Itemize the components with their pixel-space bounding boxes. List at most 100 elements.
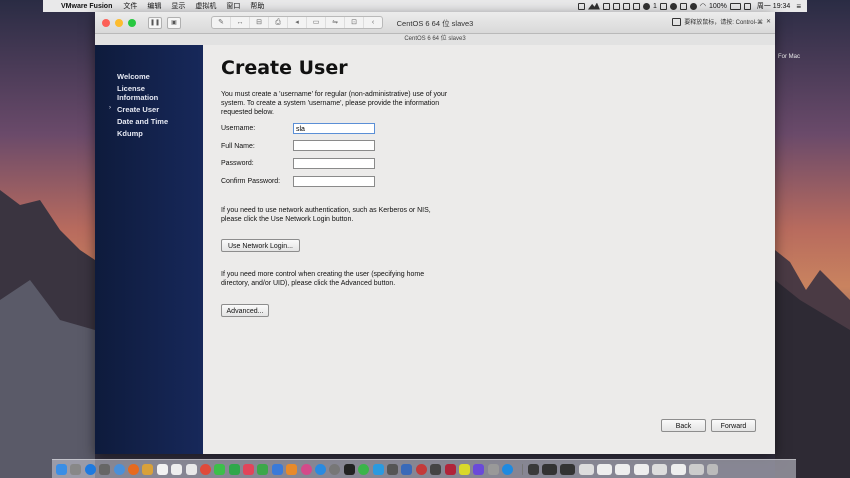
- status-area: 1 ◠ 100% 周一 19:34 ≡: [577, 1, 807, 11]
- camera-icon[interactable]: ▭: [307, 17, 326, 28]
- app-icon-8[interactable]: [502, 463, 514, 475]
- status-icon-5[interactable]: [632, 2, 640, 10]
- menu-app-name[interactable]: VMware Fusion: [61, 3, 112, 10]
- status-icon-8[interactable]: [679, 2, 687, 10]
- pause-icon[interactable]: ❚❚: [148, 16, 162, 29]
- sidebar-item-information: Information: [117, 93, 159, 102]
- zoom-button[interactable]: [128, 18, 136, 27]
- app-icon-2[interactable]: [415, 463, 427, 475]
- app-icon-7[interactable]: [487, 463, 499, 475]
- chat-icon[interactable]: [642, 2, 650, 10]
- window-thumb-4[interactable]: [597, 463, 613, 475]
- fullname-field[interactable]: [293, 140, 375, 151]
- menu-list-icon[interactable]: ≡: [796, 2, 801, 11]
- usb-icon[interactable]: ⇋: [326, 17, 345, 28]
- menu-window[interactable]: 窗口: [226, 1, 240, 11]
- status-icon-2[interactable]: [602, 2, 610, 10]
- back-button[interactable]: Back: [661, 419, 706, 432]
- preferences-icon[interactable]: [329, 463, 341, 475]
- qq-icon[interactable]: [372, 463, 384, 475]
- close-button[interactable]: [102, 18, 110, 27]
- terminal-icon[interactable]: [343, 463, 355, 475]
- calendar-icon[interactable]: [156, 463, 168, 475]
- forward-button[interactable]: Forward: [711, 419, 756, 432]
- reminders-icon[interactable]: [171, 463, 183, 475]
- intro-line-1: You must create a 'username' for regular…: [221, 91, 448, 98]
- window-thumb-5[interactable]: [615, 463, 631, 475]
- network-icon[interactable]: ⊡: [345, 17, 364, 28]
- advanced-button[interactable]: Advanced...: [221, 304, 269, 317]
- disk-icon[interactable]: ⊟: [250, 17, 269, 28]
- library-icon[interactable]: ▣: [167, 16, 181, 29]
- download-icon[interactable]: [527, 463, 539, 475]
- keynote-icon[interactable]: [271, 463, 283, 475]
- app-icon-3[interactable]: [430, 463, 442, 475]
- vmware-icon[interactable]: [386, 463, 398, 475]
- battery-icon[interactable]: [729, 2, 741, 10]
- status-icon-1[interactable]: [577, 2, 585, 10]
- sidebar-item-create-user: Create User: [117, 105, 160, 114]
- window-thumb-2[interactable]: [560, 463, 576, 475]
- firefox-icon[interactable]: [127, 463, 139, 475]
- collapse-icon[interactable]: ‹: [364, 17, 382, 28]
- menu-vm[interactable]: 虚拟机: [195, 1, 216, 11]
- window-thumb-7[interactable]: [652, 463, 668, 475]
- sound-icon[interactable]: ◂: [288, 17, 307, 28]
- close-hint-icon[interactable]: ✕: [766, 18, 771, 25]
- app-icon-1[interactable]: [401, 463, 413, 475]
- window-thumb-6[interactable]: [633, 463, 649, 475]
- status-icon-9[interactable]: [689, 2, 697, 10]
- input-method-icon[interactable]: [743, 2, 751, 10]
- chrome-icon[interactable]: [199, 463, 211, 475]
- app-icon-5[interactable]: [458, 463, 470, 475]
- use-network-login-button[interactable]: Use Network Login...: [221, 239, 300, 252]
- pages-icon[interactable]: [286, 463, 298, 475]
- status-icon-4[interactable]: [622, 2, 630, 10]
- mail-icon[interactable]: [99, 463, 111, 475]
- finder-icon[interactable]: [56, 463, 67, 475]
- music-icon[interactable]: [243, 463, 255, 475]
- clock[interactable]: 周一 19:34: [757, 1, 790, 11]
- release-hint: 要释放鼠标，请按: Control-⌘: [684, 20, 763, 26]
- confirm-password-field[interactable]: [293, 176, 375, 187]
- page-title: Create User: [221, 57, 348, 79]
- status-icon-3[interactable]: [612, 2, 620, 10]
- menu-edit[interactable]: 编辑: [147, 1, 161, 11]
- app-icon-6[interactable]: [473, 463, 485, 475]
- appstore-icon[interactable]: [315, 463, 327, 475]
- settings-icon[interactable]: ✎: [212, 17, 231, 28]
- menu-help[interactable]: 帮助: [250, 1, 264, 11]
- window-thumb-9[interactable]: [689, 463, 705, 475]
- window-thumb-1[interactable]: [541, 463, 557, 475]
- fullscreen-icon[interactable]: [672, 17, 682, 26]
- numbers-icon[interactable]: [257, 463, 269, 475]
- advanced-line-1: If you need more control when creating t…: [221, 271, 425, 278]
- itunes-icon[interactable]: [300, 463, 312, 475]
- wifi-icon[interactable]: ◠: [700, 2, 706, 10]
- safari-icon[interactable]: [84, 463, 96, 475]
- menu-view[interactable]: 显示: [171, 1, 185, 11]
- messages-icon[interactable]: [214, 463, 226, 475]
- printer-icon[interactable]: ⎙: [269, 17, 288, 28]
- resize-icon[interactable]: ↔: [231, 17, 250, 28]
- window-thumb-8[interactable]: [670, 463, 686, 475]
- app-icon-4[interactable]: [444, 463, 456, 475]
- browser-icon[interactable]: [113, 463, 125, 475]
- trash-icon[interactable]: [707, 463, 719, 475]
- menu-file[interactable]: 文件: [123, 1, 137, 11]
- status-icon-7[interactable]: [669, 2, 677, 10]
- photos-icon[interactable]: [185, 463, 197, 475]
- intro-line-2: system. To create a system 'username', p…: [221, 100, 440, 107]
- notes-icon[interactable]: [142, 463, 154, 475]
- mountain-icon[interactable]: [587, 2, 600, 10]
- launchpad-icon[interactable]: [70, 463, 82, 475]
- window-thumb-3[interactable]: [578, 463, 594, 475]
- wechat-icon[interactable]: [358, 463, 370, 475]
- facetime-icon[interactable]: [228, 463, 240, 475]
- minimize-button[interactable]: [115, 18, 123, 27]
- status-icon-6[interactable]: [659, 2, 667, 10]
- password-field[interactable]: [293, 158, 375, 169]
- dock-separator: [521, 463, 523, 475]
- titlebar-right: 要释放鼠标，请按: Control-⌘ ✕: [672, 17, 771, 26]
- username-field[interactable]: sla: [293, 123, 375, 134]
